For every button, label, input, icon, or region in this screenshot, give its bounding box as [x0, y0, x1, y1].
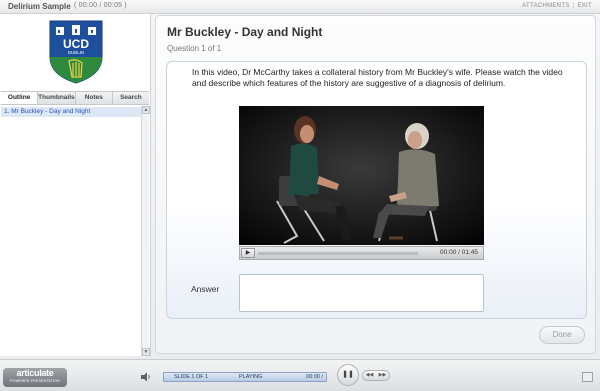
tab-search[interactable]: Search — [113, 92, 149, 104]
slide-area: Mr Buckley - Day and Night Question 1 of… — [155, 15, 596, 354]
sidebar-tabs: Outline Thumbnails Notes Search — [1, 91, 149, 105]
exit-link[interactable]: EXIT — [577, 3, 592, 9]
tab-notes[interactable]: Notes — [76, 92, 113, 104]
video-still — [239, 106, 484, 245]
player-window: Delirium Sample ( 00:00 / 00:05 ) ATTACH… — [0, 0, 600, 391]
tab-thumbnails[interactable]: Thumbnails — [38, 92, 76, 104]
video-controls: ▶ 00:00 / 01:45 — [239, 246, 484, 260]
play-icon[interactable]: ▶ — [241, 248, 255, 258]
articulate-logo: articulate POWERED PRESENTATION — [3, 368, 67, 387]
question-prompt: In this video, Dr McCarthy takes a colla… — [192, 67, 563, 88]
fullscreen-icon[interactable] — [582, 372, 593, 382]
brand-subtitle: POWERED PRESENTATION — [10, 379, 60, 383]
slide-nav: ◀◀ ▶▶ — [362, 370, 390, 381]
previous-icon[interactable]: ◀◀ — [363, 371, 376, 380]
logo-subtext: DUBLIN — [68, 50, 85, 55]
video-progress-bar[interactable] — [258, 252, 418, 255]
next-icon[interactable]: ▶▶ — [376, 371, 389, 380]
answer-label: Answer — [191, 284, 220, 294]
presentation-title: Delirium Sample — [8, 2, 71, 11]
tab-outline[interactable]: Outline — [1, 92, 39, 104]
play-status: PLAYING — [239, 374, 263, 380]
attachments-link[interactable]: ATTACHMENTS — [522, 3, 569, 9]
brand-name: articulate — [16, 368, 54, 378]
player-time: 00:00 / — [306, 374, 323, 380]
player-controls: articulate POWERED PRESENTATION SLIDE 1 … — [0, 359, 600, 391]
outline-item[interactable]: 1. Mr Buckley - Day and Night — [1, 107, 141, 117]
pause-icon[interactable]: ❚❚ — [337, 364, 359, 386]
outline-scrollbar[interactable]: ▲ ▼ — [141, 106, 150, 356]
top-links: ATTACHMENTS | EXIT — [522, 3, 592, 9]
logo-text: UCD — [63, 37, 89, 51]
slide-count: SLIDE 1 OF 1 — [174, 374, 209, 380]
video-time: 00:00 / 01:45 — [440, 249, 478, 256]
divider: | — [572, 3, 575, 9]
answer-field[interactable] — [239, 274, 484, 312]
title-bar: Delirium Sample ( 00:00 / 00:05 ) ATTACH… — [0, 0, 600, 14]
question-panel: In this video, Dr McCarthy takes a colla… — [166, 61, 587, 319]
ucd-logo: UCD DUBLIN — [49, 20, 103, 84]
outline-list: 1. Mr Buckley - Day and Night — [1, 106, 141, 356]
done-button[interactable]: Done — [539, 326, 585, 344]
volume-icon[interactable] — [140, 372, 152, 382]
status-bar[interactable]: SLIDE 1 OF 1 PLAYING 00:00 / — [163, 372, 327, 382]
slide-title: Mr Buckley - Day and Night — [167, 25, 323, 39]
video-frame[interactable] — [239, 106, 484, 245]
scroll-down-icon[interactable]: ▼ — [142, 348, 150, 356]
sidebar: UCD DUBLIN Outline Thumbnails Notes Sear… — [0, 14, 151, 356]
question-number: Question 1 of 1 — [167, 44, 222, 53]
presentation-time: ( 00:00 / 00:05 ) — [74, 2, 127, 9]
logo-area: UCD DUBLIN — [0, 14, 150, 90]
scroll-up-icon[interactable]: ▲ — [142, 106, 150, 114]
